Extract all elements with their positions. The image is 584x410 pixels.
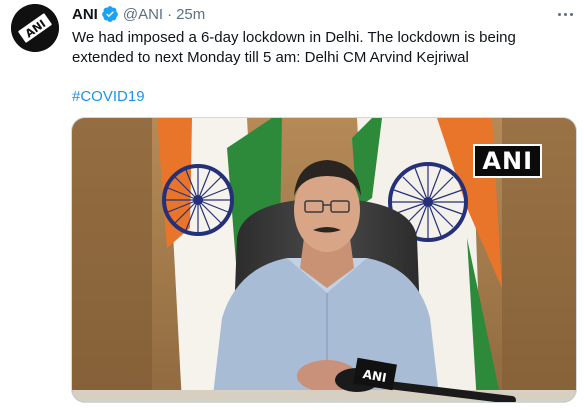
author-handle[interactable]: @ANI — [123, 6, 163, 23]
tweet-text-line-2: extended to next Monday till 5 am: Delhi… — [72, 49, 469, 66]
tweet-text-line-1: We had imposed a 6-day lockdown in Delhi… — [72, 29, 516, 46]
verified-icon — [101, 5, 119, 23]
hashtag-link[interactable]: #COVID19 — [72, 87, 145, 107]
more-options-icon[interactable] — [554, 4, 576, 24]
separator-dot: · — [167, 5, 173, 23]
ani-logo-icon: ANI — [11, 4, 59, 52]
tweet-header: ANI @ANI · 25m — [72, 4, 205, 24]
tweet-timestamp[interactable]: 25m — [176, 6, 205, 23]
avatar[interactable]: ANI — [11, 4, 59, 52]
tweet-media-video[interactable]: ANI ANI — [71, 117, 577, 403]
ani-watermark: ANI — [473, 144, 542, 178]
tweet-text: We had imposed a 6-day lockdown in Delhi… — [72, 28, 552, 68]
author-name[interactable]: ANI — [72, 6, 98, 23]
tweet-card[interactable]: ANI ANI @ANI · 25m We had imposed a 6-da… — [0, 0, 584, 410]
